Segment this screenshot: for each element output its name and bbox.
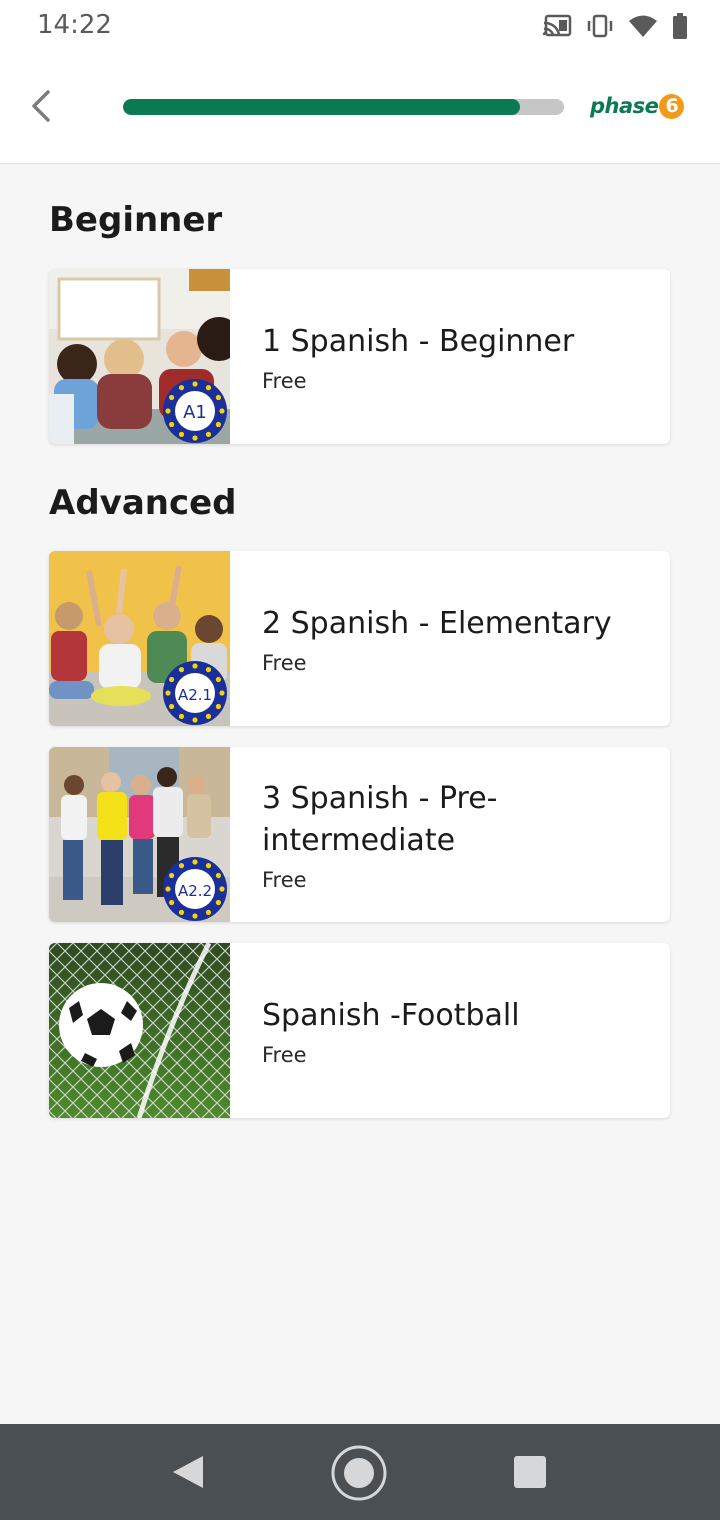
- course-progress-fill: [123, 99, 520, 115]
- triangle-back-icon: [173, 1456, 203, 1488]
- cast-icon: [542, 14, 572, 38]
- section-title-beginner: Beginner: [49, 200, 223, 240]
- status-time: 14:22: [37, 10, 112, 40]
- course-title: 3 Spanish - Pre-intermediate: [262, 780, 498, 858]
- course-image-football: [49, 943, 230, 1118]
- course-title: 2 Spanish - Elementary: [262, 605, 612, 641]
- course-progress-bar: [123, 99, 564, 115]
- status-icons: [542, 12, 688, 40]
- wifi-icon: [628, 14, 658, 38]
- vibrate-icon: [586, 14, 614, 38]
- course-info: 3 Spanish - Pre-intermediate Free: [262, 747, 650, 922]
- level-badge-text: A2.1: [178, 686, 212, 704]
- course-card-spanish-pre-intermediate[interactable]: A2.2 3 Spanish - Pre-intermediate Free: [49, 747, 670, 922]
- level-badge-a2-2: A2.2: [163, 857, 227, 921]
- course-title: 1 Spanish - Beginner: [262, 323, 575, 359]
- course-card-spanish-elementary[interactable]: A2.1 2 Spanish - Elementary Free: [49, 551, 670, 726]
- level-badge-a2-1: A2.1: [163, 661, 227, 725]
- logo-text: phase: [590, 94, 659, 118]
- course-info: Spanish -Football Free: [262, 943, 650, 1118]
- level-badge-a1: A1: [163, 379, 227, 443]
- course-price: Free: [262, 867, 307, 892]
- status-bar: 14:22: [0, 0, 720, 52]
- course-price: Free: [262, 1042, 307, 1067]
- course-info: 2 Spanish - Elementary Free: [262, 551, 650, 726]
- nav-recents-button[interactable]: [514, 1456, 546, 1488]
- course-price: Free: [262, 368, 307, 393]
- course-image-pre-intermediate: A2.2: [49, 747, 230, 922]
- level-badge-text: A2.2: [178, 882, 212, 900]
- back-button[interactable]: [22, 86, 62, 126]
- course-title: Spanish -Football: [262, 997, 520, 1033]
- course-image-elementary: A2.1: [49, 551, 230, 726]
- phase6-logo: phase 6: [590, 90, 685, 122]
- top-app-bar: phase 6: [0, 52, 720, 164]
- course-card-spanish-football[interactable]: Spanish -Football Free: [49, 943, 670, 1118]
- home-circle-icon: [331, 1445, 387, 1501]
- course-price: Free: [262, 650, 307, 675]
- battery-icon: [672, 13, 688, 39]
- system-nav-bar: [0, 1424, 720, 1520]
- course-image-beginner: A1: [49, 269, 230, 444]
- course-card-spanish-beginner[interactable]: A1 1 Spanish - Beginner Free: [49, 269, 670, 444]
- nav-back-button[interactable]: [171, 1454, 205, 1494]
- nav-home-button[interactable]: [330, 1444, 388, 1506]
- section-title-advanced: Advanced: [49, 483, 237, 523]
- course-info: 1 Spanish - Beginner Free: [262, 269, 650, 444]
- chevron-left-icon: [32, 90, 50, 122]
- level-badge-text: A1: [183, 402, 207, 423]
- logo-number: 6: [659, 93, 685, 119]
